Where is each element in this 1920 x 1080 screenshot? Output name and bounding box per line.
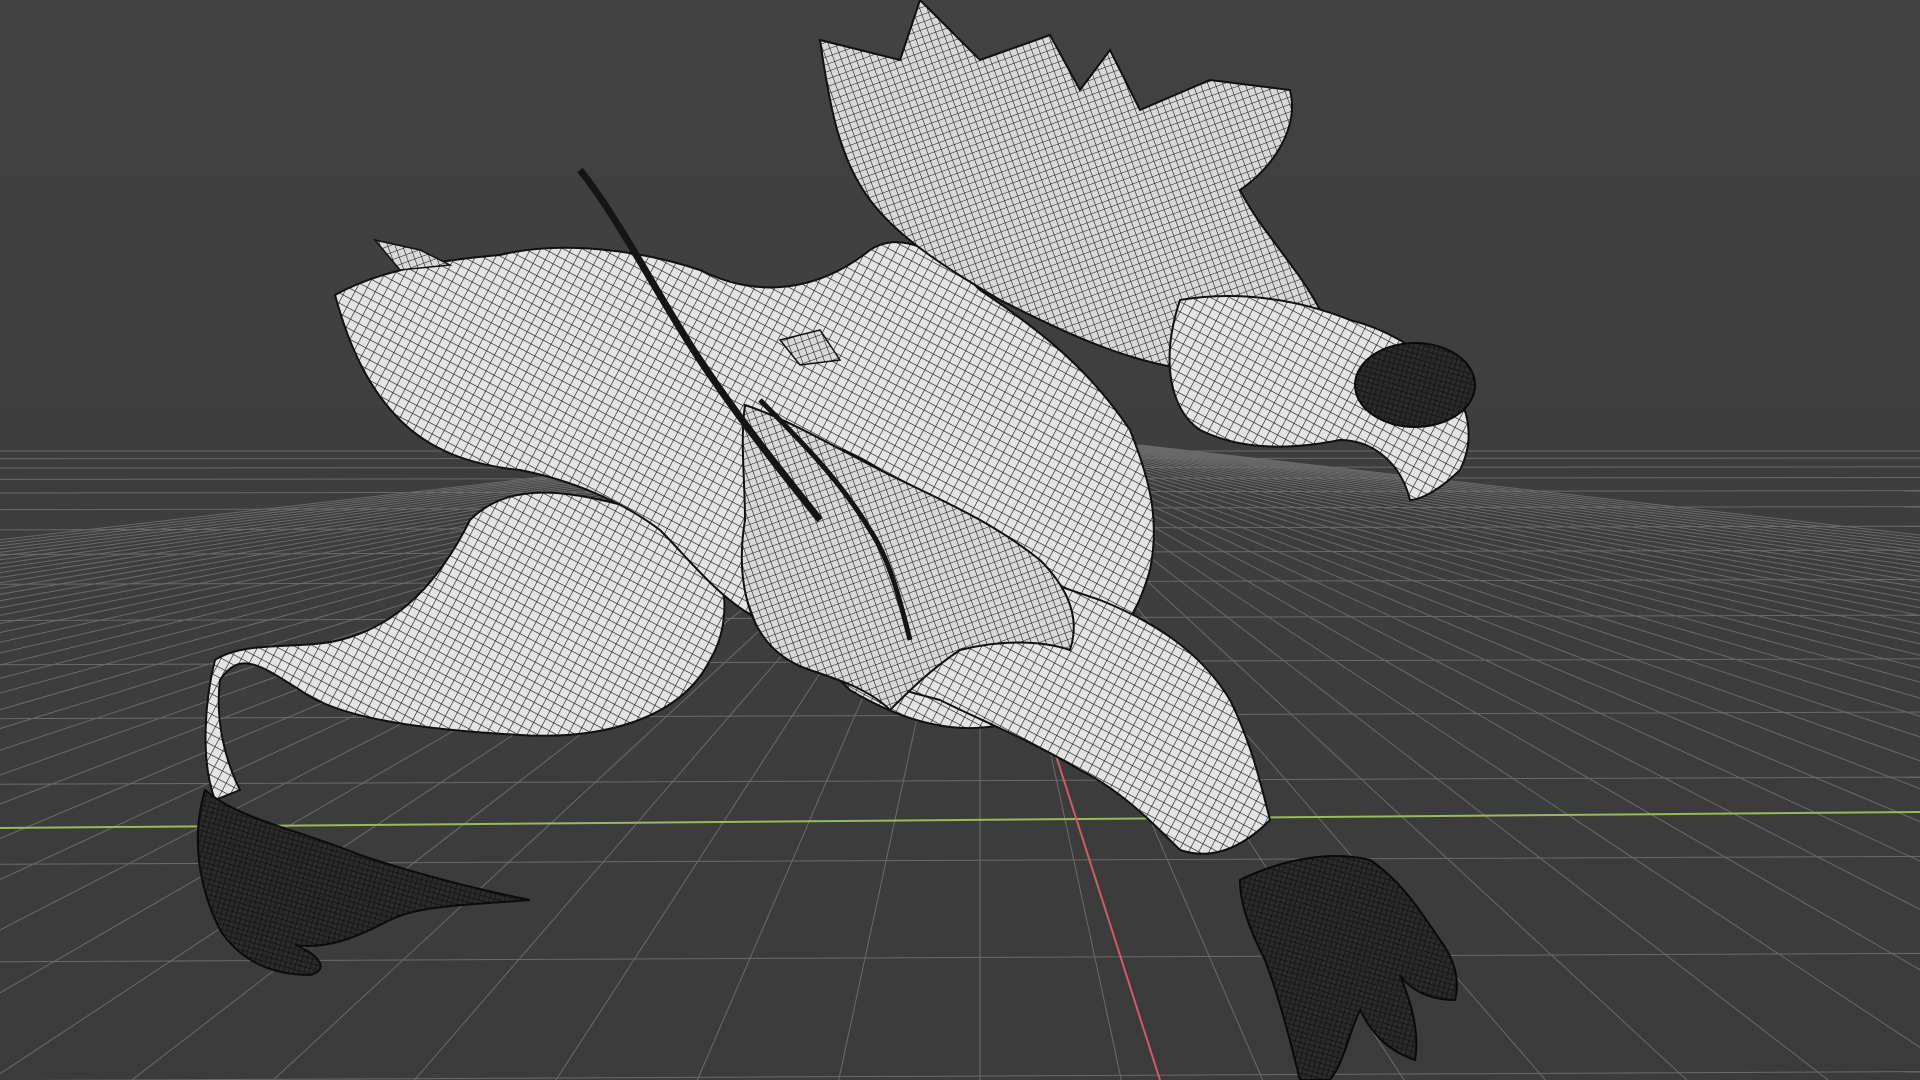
viewport-canvas[interactable] [0,0,1920,1080]
grid-line [22,1071,1920,1080]
front-claw[interactable] [1238,855,1458,1080]
grid-line [1139,444,1920,536]
rear-leg[interactable] [204,491,726,802]
grid-line [0,776,1920,785]
head-snout[interactable] [1354,342,1476,428]
rear-foot[interactable] [196,788,531,977]
3d-viewport[interactable] [0,0,1920,1080]
shoulder-fin [373,238,453,271]
x-axis-line [0,811,1920,829]
